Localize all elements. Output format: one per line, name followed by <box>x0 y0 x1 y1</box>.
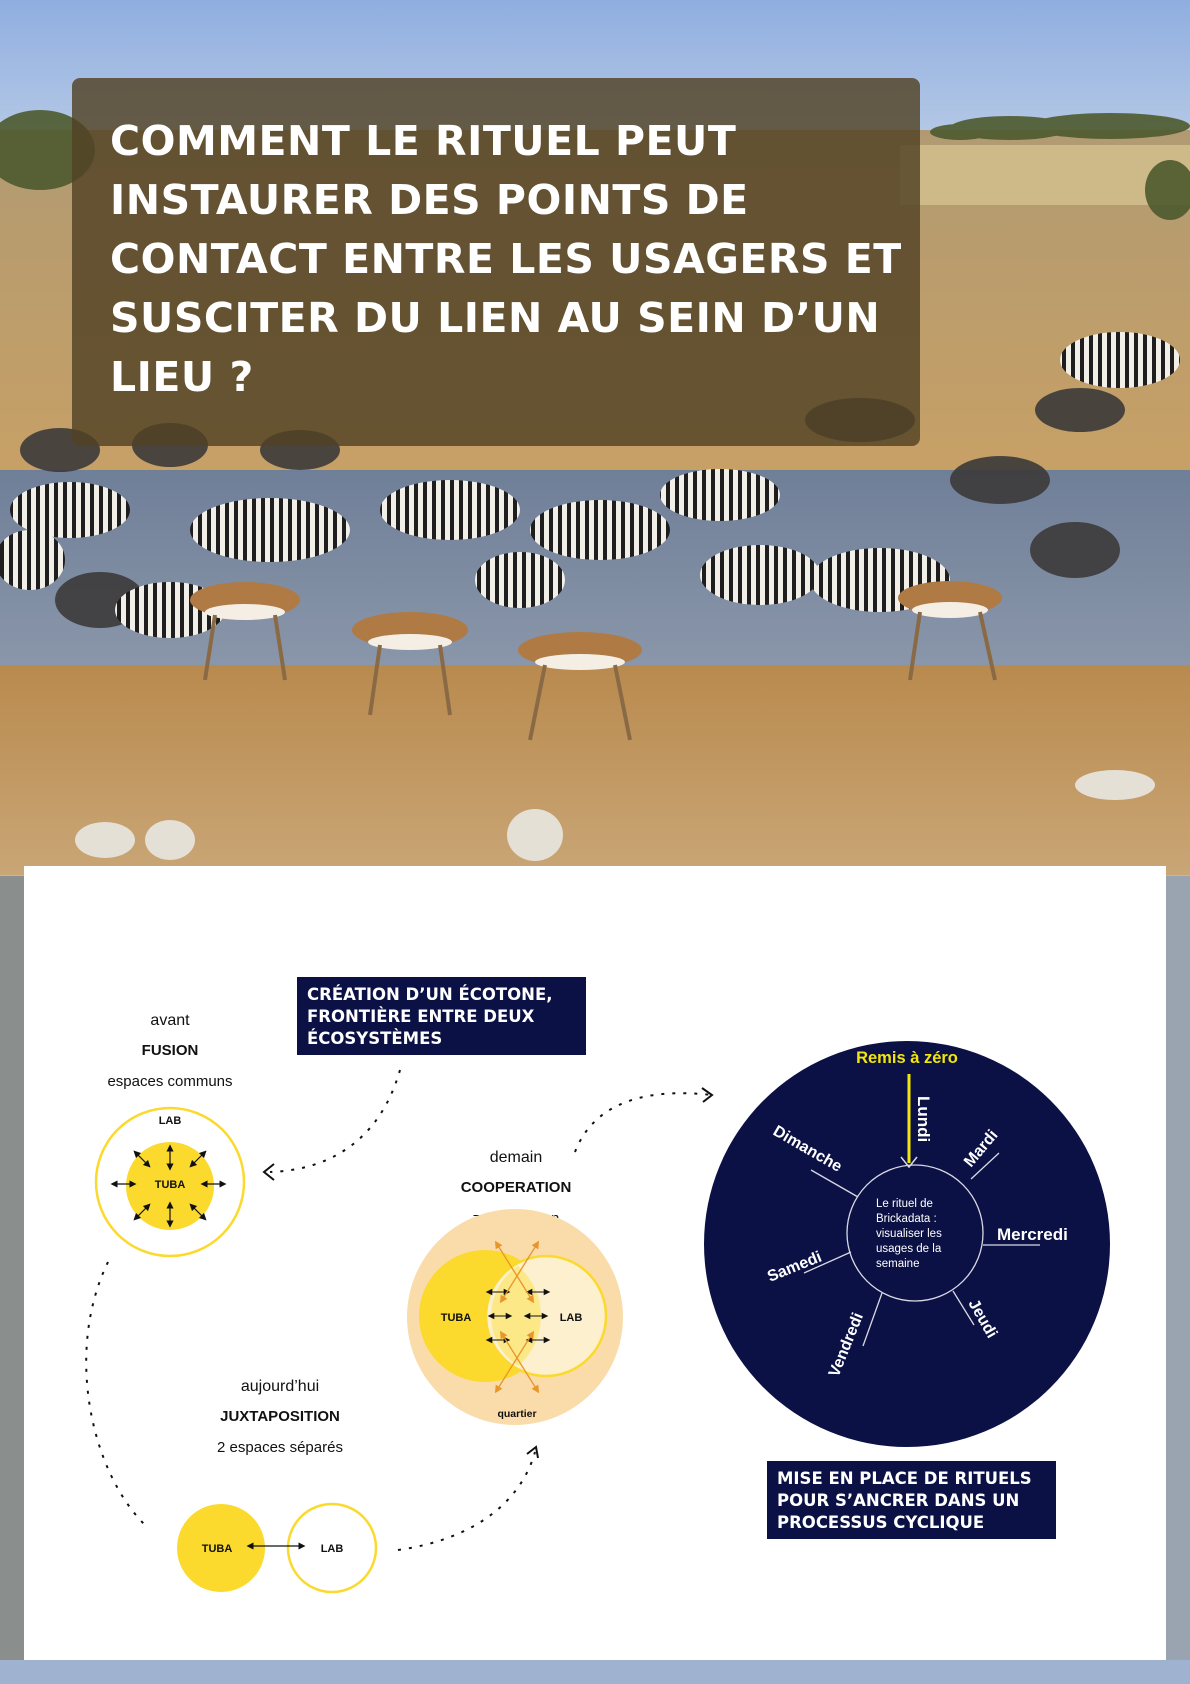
center-line: visualiser les <box>876 1228 942 1240</box>
center-line: usages de la <box>876 1243 942 1255</box>
fusion-lab-label: LAB <box>159 1115 182 1127</box>
coop-quartier-label: quartier <box>497 1408 536 1420</box>
cooperation-diagram: TUBA LAB quartier <box>407 1209 623 1425</box>
reset-label: Remis à zéro <box>856 1049 958 1067</box>
juxtaposition-diagram: TUBA LAB <box>177 1502 378 1594</box>
coop-tuba-label: TUBA <box>441 1312 472 1324</box>
coop-lab-label: LAB <box>560 1312 583 1324</box>
center-line: Brickadata : <box>876 1213 937 1225</box>
day-mercredi: Mercredi <box>997 1225 1068 1244</box>
weekly-cycle-diagram: Remis à zéro Lundi Mardi Mercredi Jeudi … <box>704 1041 1110 1447</box>
fusion-diagram: LAB TUBA <box>94 1106 246 1258</box>
center-line: Le rituel de <box>876 1198 933 1210</box>
center-line: semaine <box>876 1258 919 1270</box>
day-lundi: Lundi <box>914 1096 933 1142</box>
juxta-lab-label: LAB <box>321 1543 344 1555</box>
fusion-tuba-label: TUBA <box>155 1179 186 1191</box>
juxta-tuba-label: TUBA <box>202 1543 233 1555</box>
diagram-graphics: LAB TUBA TUBA LAB TUBA LAB quartier Remi… <box>85 1041 1110 1594</box>
